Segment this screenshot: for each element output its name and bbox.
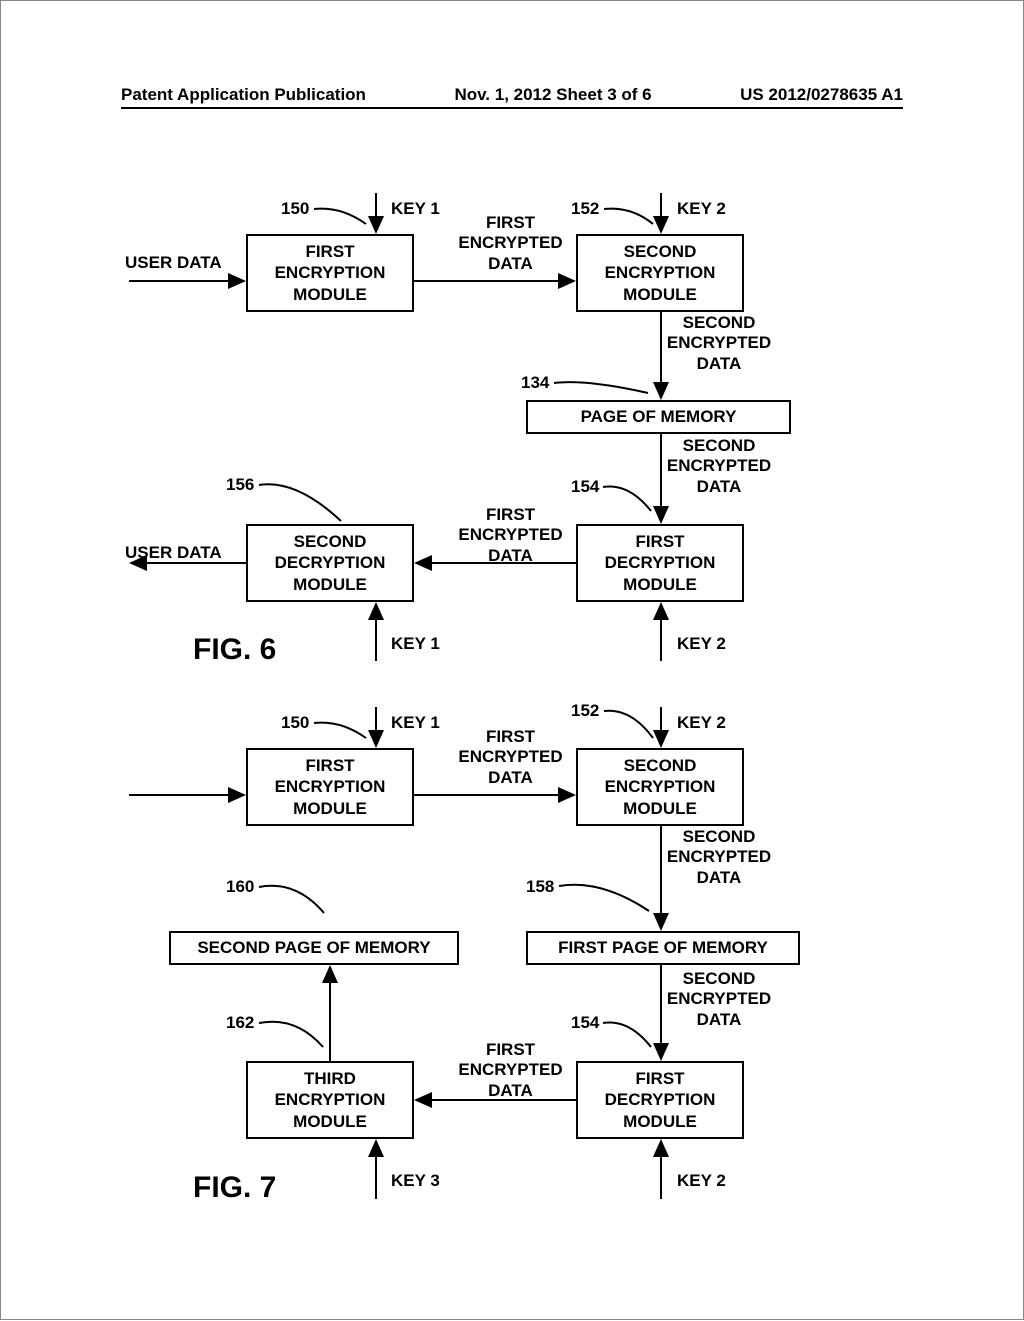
fig7-arrows xyxy=(1,1,1024,1321)
patent-page: Patent Application Publication Nov. 1, 2… xyxy=(0,0,1024,1320)
